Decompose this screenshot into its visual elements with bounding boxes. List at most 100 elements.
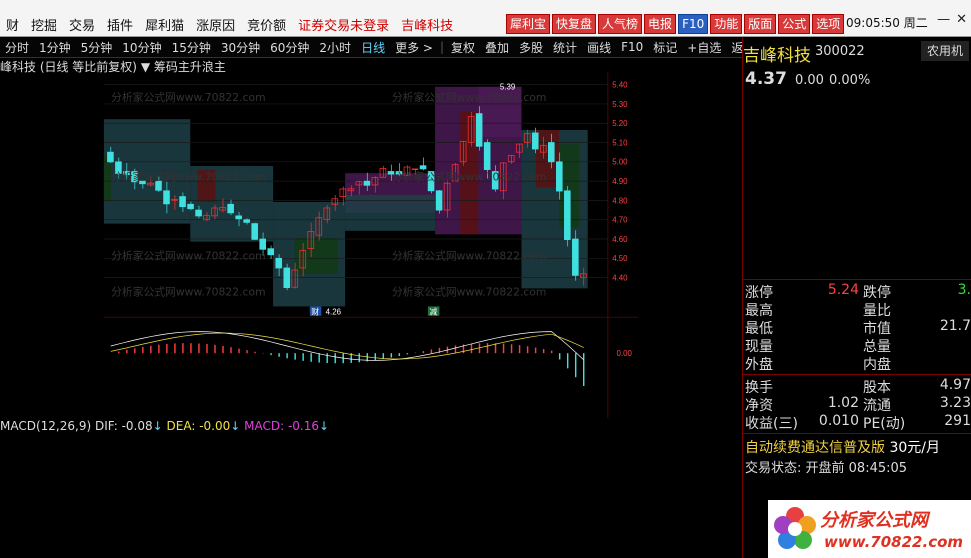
watermark: 分析家公式网www.70822.com	[392, 249, 547, 263]
menu-item[interactable]: 财	[6, 15, 19, 34]
watermark: 分析家公式网www.70822.com	[392, 285, 547, 299]
top-button[interactable]: 快复盘	[552, 14, 597, 34]
menu-item[interactable]: 交易	[69, 15, 95, 34]
menu-item[interactable]: 竞价额	[247, 15, 286, 34]
menu-item[interactable]: 插件	[107, 15, 133, 34]
indicator-name[interactable]: 筹码主升浪主	[154, 60, 226, 74]
candle-body	[267, 248, 275, 256]
candle-body	[187, 203, 194, 210]
y-tick-label: 4.80	[612, 196, 628, 205]
dropdown-icon[interactable]: ▼	[141, 60, 150, 74]
status-time: 08:45:05	[848, 461, 908, 476]
row-label: 收益(三)	[745, 416, 798, 432]
row-label: 换手	[745, 380, 773, 396]
quote-row: 外盘 内盘	[745, 354, 971, 373]
toolbar-item[interactable]: 60分钟	[265, 39, 314, 56]
current-stock[interactable]: 吉峰科技	[401, 15, 453, 34]
promo-price: 30元/月	[889, 440, 940, 456]
menu-item[interactable]: 挖掘	[31, 15, 57, 34]
top-button[interactable]: 版面	[744, 14, 777, 34]
candle-body	[483, 142, 491, 170]
watermark: 分析家公式网www.70822.com	[111, 90, 266, 104]
candle-body	[283, 267, 291, 288]
top-button[interactable]: 人气榜	[598, 14, 643, 34]
quote-row: 净资 1.02 流通 3.23	[745, 395, 971, 414]
top-button[interactable]: 功能	[710, 14, 743, 34]
toolbar-item[interactable]: 分时	[0, 39, 34, 56]
candle-body	[179, 196, 186, 208]
row-label: 内盘	[863, 357, 891, 373]
row-label: 市值	[863, 321, 891, 337]
sector-tab[interactable]: 农用机	[921, 41, 969, 61]
toolbar-item[interactable]: 1分钟	[34, 39, 76, 56]
toolbar-item[interactable]: 画线	[582, 39, 616, 56]
candle-body	[163, 190, 170, 205]
divider	[743, 374, 971, 375]
y-tick-label: 5.10	[612, 138, 628, 147]
kline-chart[interactable]: 5.40 5.30 5.20 5.10 5.00 4.90 4.80 4.70 4.60 4.50…	[0, 58, 742, 418]
toolbar-item[interactable]: 30分钟	[216, 39, 265, 56]
row-label: 量比	[863, 303, 891, 319]
stock-name: 吉峰科技	[743, 46, 811, 66]
candle-body	[475, 113, 483, 147]
y-tick-label: 4.90	[612, 177, 628, 186]
price-change: 0.00	[795, 73, 824, 88]
toolbar-item[interactable]: 更多 >	[390, 39, 438, 56]
macd-dif: DIF: -0.08	[94, 419, 153, 433]
y-tick-label: 5.30	[612, 100, 628, 109]
toolbar-item-selected[interactable]: 日线	[356, 39, 390, 56]
toolbar-item[interactable]: 15分钟	[167, 39, 216, 56]
toolbar-item[interactable]: 多股	[514, 39, 548, 56]
toolbar-item[interactable]: 统计	[548, 39, 582, 56]
watermark: 分析家公式网www.70822.com	[111, 285, 266, 299]
candle-body	[363, 180, 371, 186]
y-tick-label: 4.40	[612, 273, 628, 282]
menu-item[interactable]: 涨原因	[196, 15, 235, 34]
toolbar-item[interactable]: 5分钟	[76, 39, 118, 56]
candle-body	[419, 165, 427, 170]
marker-jian: 减	[429, 306, 437, 316]
row-label: 涨停	[745, 285, 773, 301]
last-price: 4.37	[745, 69, 787, 89]
login-status[interactable]: 证券交易未登录	[298, 15, 389, 34]
low-label: 4.26	[326, 308, 342, 317]
macd-dea: DEA: -0.00	[166, 419, 231, 433]
row-value: 4.97	[939, 377, 971, 393]
minimize-icon[interactable]: —	[937, 12, 950, 27]
toolbar-item[interactable]: 叠加	[480, 39, 514, 56]
close-icon[interactable]: ✕	[956, 12, 967, 27]
row-label: 最低	[745, 321, 773, 337]
toolbar-item[interactable]: 复权	[446, 39, 480, 56]
site-logo: 分析家公式网 www.70822.com	[768, 500, 971, 558]
candle-body	[275, 257, 283, 269]
candle-body	[107, 151, 114, 163]
quote-row: 涨停 5.24 跌停 3.	[745, 282, 971, 301]
row-label: 跌停	[863, 285, 891, 301]
toolbar-item[interactable]: F10	[616, 40, 648, 54]
price-change-pct: 0.00%	[829, 73, 871, 88]
quote-row: 收益(三) 0.010 PE(动) 291	[745, 413, 971, 432]
candle-body	[411, 168, 419, 170]
top-button[interactable]: F10	[678, 14, 709, 34]
row-value: 3.23	[939, 395, 971, 411]
row-label: 股本	[863, 380, 891, 396]
quote-row: 最高 量比	[745, 300, 971, 319]
clock: 09:05:50 周二	[846, 16, 928, 30]
top-button[interactable]: 公式	[778, 14, 811, 34]
top-button[interactable]: 犀利宝	[506, 14, 551, 34]
menu-item[interactable]: 犀利猫	[145, 15, 184, 34]
candle-body	[227, 203, 234, 214]
quote-row: 最低 市值 21.7	[745, 318, 971, 337]
promo-banner[interactable]: 自动续费通达信普及版 30元/月	[745, 437, 940, 457]
toolbar-separator: |	[439, 40, 444, 54]
title-bar: 财 挖掘 交易 插件 犀利猫 涨原因 竞价额 证券交易未登录 吉峰科技 犀利宝 …	[0, 0, 971, 37]
dea-line	[110, 332, 584, 360]
toolbar-item[interactable]: +自选	[682, 39, 726, 56]
toolbar-item[interactable]: 2小时	[314, 39, 356, 56]
row-label: 流通	[863, 398, 891, 414]
toolbar-item[interactable]: 标记	[648, 39, 682, 56]
top-button[interactable]: 选项	[812, 14, 845, 34]
toolbar-item[interactable]: 10分钟	[117, 39, 166, 56]
top-button[interactable]: 电报	[644, 14, 677, 34]
macd-title[interactable]: MACD(12,26,9)	[0, 419, 91, 433]
